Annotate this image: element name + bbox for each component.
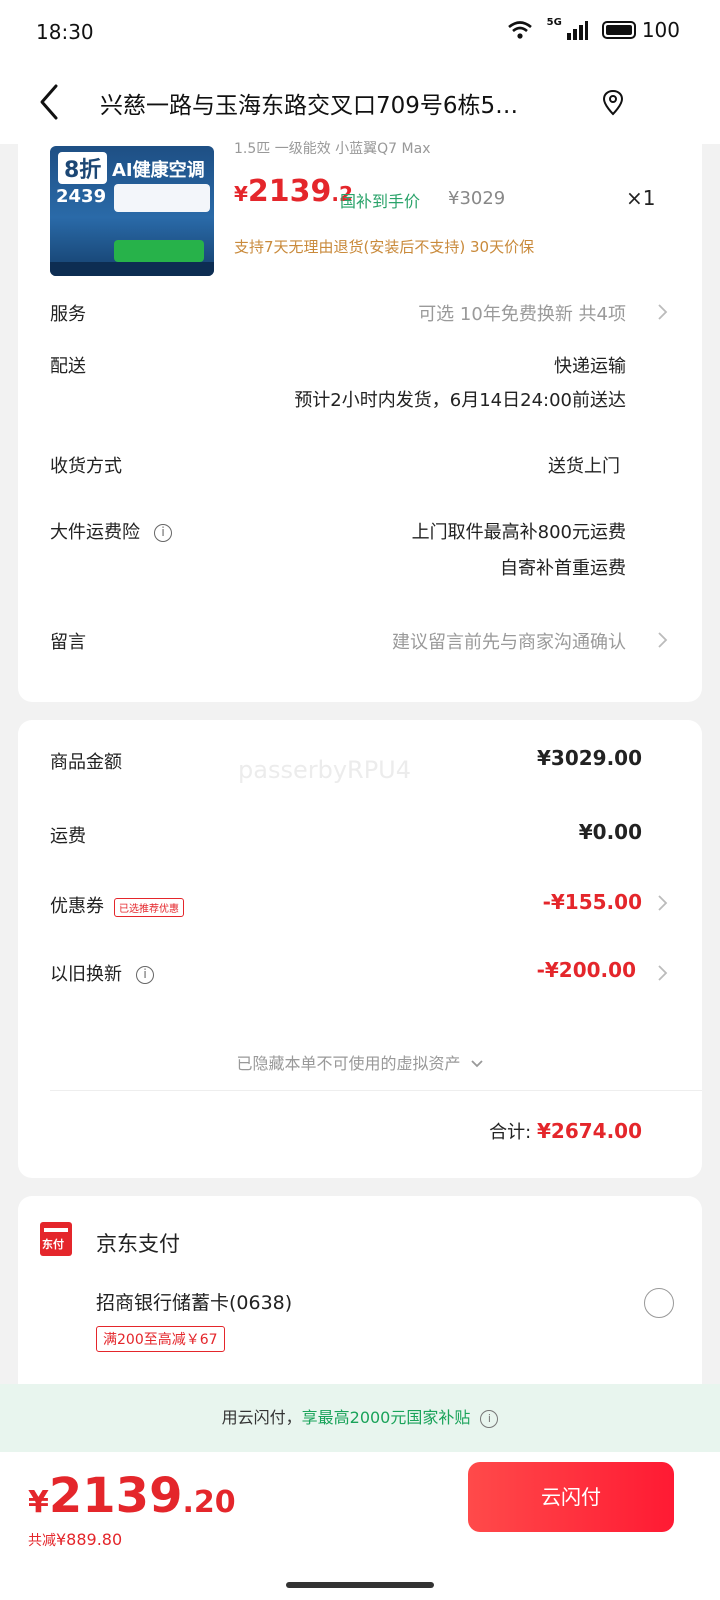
jd-pay-icon-text: 东付 bbox=[42, 1238, 64, 1251]
banner-prefix: 用云闪付， bbox=[221, 1408, 302, 1427]
divider bbox=[50, 1090, 702, 1091]
shipping-label: 运费 bbox=[50, 826, 86, 847]
wifi-icon bbox=[507, 21, 532, 39]
original-price: ¥3029 bbox=[448, 188, 506, 209]
product-image[interactable]: 8折 AI健康空调 2439 bbox=[50, 146, 214, 276]
order-total: 合计: ¥2674.00 bbox=[489, 1118, 642, 1144]
receive-method-value[interactable]: 送货上门 bbox=[548, 452, 620, 478]
delivery-method: 快递运输 bbox=[554, 356, 626, 377]
total-label: 合计: bbox=[489, 1122, 532, 1143]
final-price: ¥2139.20 bbox=[28, 1468, 236, 1524]
final-price-decimal: .20 bbox=[182, 1485, 236, 1520]
price-summary-card: passerbyRPU4 商品金额 ¥3029.00 运费 ¥0.00 优惠券已… bbox=[18, 720, 702, 1178]
checkout-bar: ¥2139.20 共减¥889.80 云闪付 bbox=[0, 1452, 720, 1600]
unionpay-subsidy-banner[interactable]: 用云闪付，享最高2000元国家补贴 i bbox=[0, 1384, 720, 1452]
total-value: ¥2674.00 bbox=[536, 1119, 642, 1143]
freight-insurance-label: 大件运费险 i bbox=[50, 518, 172, 544]
chevron-right-icon[interactable] bbox=[656, 894, 668, 912]
coupon-text: 优惠券 bbox=[50, 896, 104, 917]
home-indicator[interactable] bbox=[286, 1582, 434, 1588]
banner-highlight: 享最高2000元国家补贴 bbox=[301, 1408, 471, 1427]
info-icon[interactable]: i bbox=[136, 966, 154, 984]
product-price: ¥2139.2 bbox=[234, 174, 353, 209]
saved-value: ¥889.80 bbox=[56, 1530, 123, 1549]
receive-method-label: 收货方式 bbox=[50, 456, 122, 477]
jd-pay-icon: 东付 bbox=[40, 1222, 72, 1256]
chevron-right-icon[interactable] bbox=[656, 631, 668, 649]
freight-insurance-value-2: 自寄补首重运费 bbox=[500, 558, 626, 579]
price-integer: 2139 bbox=[247, 174, 332, 209]
status-time: 18:30 bbox=[36, 20, 94, 44]
shipping-value: ¥0.00 bbox=[578, 820, 642, 844]
freight-insurance-value: 上门取件最高补800元运费 bbox=[411, 522, 626, 543]
chevron-right-icon[interactable] bbox=[656, 964, 668, 982]
bank-card-radio[interactable] bbox=[644, 1288, 674, 1318]
goods-amount-value: ¥3029.00 bbox=[536, 746, 642, 770]
payment-card: 东付 京东支付 招商银行储蓄卡(0638) 满200至高减￥67 bbox=[18, 1196, 702, 1400]
product-image-discount: 8折 bbox=[58, 152, 108, 184]
info-icon[interactable]: i bbox=[154, 524, 172, 542]
info-icon[interactable]: i bbox=[480, 1409, 499, 1428]
product-image-price: 2439 bbox=[56, 186, 107, 207]
product-quantity: ×1 bbox=[626, 186, 656, 210]
subsidy-label: 国补到手价 bbox=[340, 192, 421, 211]
chevron-down-icon bbox=[470, 1060, 483, 1068]
jd-pay-title: 京东支付 bbox=[96, 1232, 180, 1256]
hidden-assets-text: 已隐藏本单不可使用的虚拟资产 bbox=[236, 1054, 461, 1073]
final-price-currency: ¥ bbox=[28, 1485, 49, 1520]
tradein-text: 以旧换新 bbox=[50, 964, 122, 985]
status-bar: 18:30 5G 100 bbox=[0, 0, 720, 64]
delivery-label: 配送 bbox=[50, 356, 86, 377]
chevron-right-icon[interactable] bbox=[656, 303, 668, 321]
goods-amount-label: 商品金额 bbox=[50, 752, 122, 773]
coupon-value[interactable]: -¥155.00 bbox=[543, 890, 642, 914]
return-policy-note: 支持7天无理由退货(安装后不支持) 30天价保 bbox=[234, 238, 535, 256]
hidden-assets-toggle[interactable]: 已隐藏本单不可使用的虚拟资产 bbox=[18, 1050, 702, 1074]
service-label: 服务 bbox=[50, 304, 86, 325]
final-price-integer: 2139 bbox=[48, 1468, 183, 1524]
signal-5g-icon: 5G bbox=[546, 16, 562, 28]
product-image-headline: AI健康空调 bbox=[112, 160, 205, 181]
delivery-address[interactable]: 兴慈一路与玉海东路交叉口709号6栋5… bbox=[100, 86, 580, 120]
service-value[interactable]: 可选 10年免费换新 共4项 bbox=[418, 300, 626, 326]
price-currency: ¥ bbox=[234, 182, 248, 206]
tradein-label: 以旧换新 i bbox=[50, 960, 154, 986]
coupon-tag: 已选推荐优惠 bbox=[114, 897, 184, 917]
tradein-value[interactable]: -¥200.00 bbox=[537, 958, 636, 982]
bank-promo-tag: 满200至高减￥67 bbox=[96, 1326, 225, 1352]
battery-icon bbox=[601, 21, 636, 39]
back-arrow-icon[interactable] bbox=[34, 82, 64, 122]
order-details-card: 8折 AI健康空调 2439 1.5匹 一级能效 小蓝翼Q7 Max ¥2139… bbox=[18, 130, 702, 702]
saved-label: 共减 bbox=[28, 1533, 56, 1549]
message-label: 留言 bbox=[50, 632, 86, 653]
product-image-strip bbox=[50, 262, 214, 276]
delivery-estimate: 预计2小时内发货，6月14日24:00前送达 bbox=[294, 390, 626, 411]
watermark: passerbyRPU4 bbox=[238, 756, 412, 784]
message-input[interactable]: 建议留言前先与商家沟通确认 bbox=[392, 628, 626, 654]
coupon-label: 优惠券 已选推荐优惠 bbox=[50, 892, 184, 918]
pay-button[interactable]: 云闪付 bbox=[468, 1462, 674, 1532]
jd-pay-icon-stripe bbox=[44, 1228, 68, 1232]
location-pin-icon[interactable] bbox=[600, 88, 626, 118]
status-icons: 5G 100 bbox=[507, 16, 680, 42]
total-saved: 共减¥889.80 bbox=[28, 1530, 122, 1550]
product-spec: 1.5匹 一级能效 小蓝翼Q7 Max bbox=[234, 141, 431, 157]
air-conditioner-graphic bbox=[114, 184, 210, 212]
bank-card-option[interactable]: 招商银行储蓄卡(0638) bbox=[96, 1288, 292, 1315]
battery-level: 100 bbox=[641, 18, 680, 42]
freight-insurance-text: 大件运费险 bbox=[50, 522, 140, 543]
signal-icon bbox=[566, 21, 588, 40]
product-image-green-tag bbox=[114, 240, 204, 262]
